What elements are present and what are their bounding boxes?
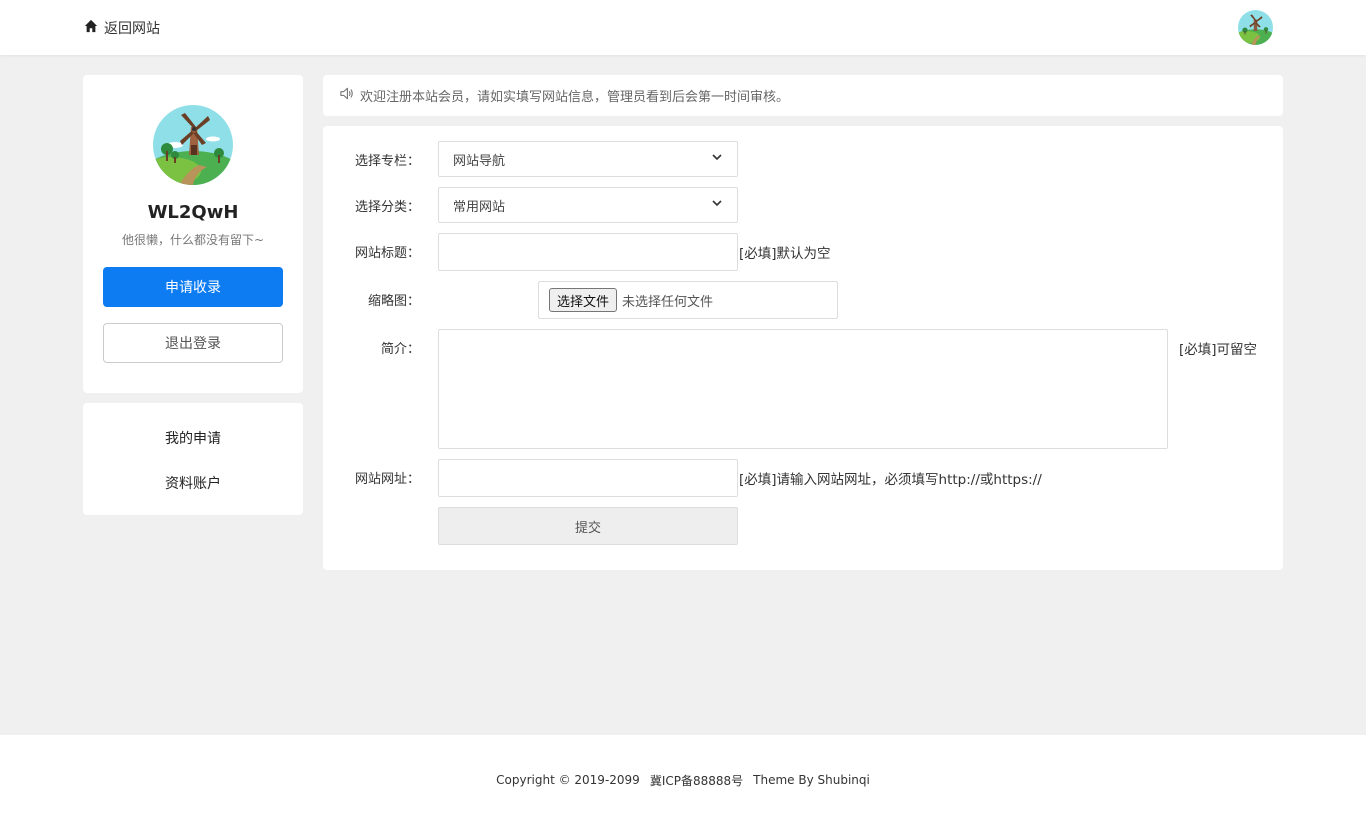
intro-hint: [必填]可留空 [1179, 342, 1258, 358]
footer-icp-link[interactable]: 冀ICP备88888号 [650, 772, 743, 789]
submit-button[interactable]: 提交 [438, 507, 738, 545]
back-link-label: 返回网站 [104, 21, 160, 37]
category-select[interactable]: 常用网站 [438, 187, 738, 223]
user-avatar[interactable] [1238, 10, 1273, 45]
menu-item-my-applications[interactable]: 我的申请 [83, 428, 303, 448]
chevron-down-icon [711, 151, 723, 167]
sidebar-menu: 我的申请 资料账户 [83, 403, 303, 515]
choose-file-button[interactable]: 选择文件 [549, 288, 618, 312]
chevron-down-icon [711, 197, 723, 213]
url-input[interactable] [438, 459, 738, 497]
column-select[interactable]: 网站导航 [438, 141, 738, 177]
title-input[interactable] [438, 233, 738, 271]
url-hint: [必填]请输入网站网址，必须填写http://或https:// [739, 472, 1042, 488]
home-icon [84, 19, 98, 37]
intro-textarea[interactable] [438, 329, 1168, 449]
username: WL2QwH [147, 202, 239, 223]
category-label: 选择分类： [354, 200, 420, 215]
top-bar: 返回网站 [0, 0, 1366, 55]
footer-theme-credit[interactable]: Theme By Shubinqi [753, 773, 870, 787]
thumbnail-label: 缩略图： [367, 294, 420, 309]
title-label: 网站标题： [354, 246, 420, 261]
column-label: 选择专栏： [354, 154, 420, 169]
footer: Copyright © 2019-2099 冀ICP备88888号 Theme … [0, 735, 1366, 825]
profile-avatar [153, 105, 233, 185]
back-to-site-link[interactable]: 返回网站 [84, 18, 160, 38]
file-status: 未选择任何文件 [622, 294, 714, 310]
notice-text: 欢迎注册本站会员，请如实填写网站信息，管理员看到后会第一时间审核。 [360, 90, 790, 105]
url-label: 网站网址： [354, 472, 420, 487]
profile-card: WL2QwH 他很懒，什么都没有留下~ 申请收录 退出登录 [83, 75, 303, 393]
notice-bar: 欢迎注册本站会员，请如实填写网站信息，管理员看到后会第一时间审核。 [323, 75, 1283, 116]
intro-label: 简介： [380, 342, 420, 357]
logout-button[interactable]: 退出登录 [103, 323, 283, 363]
category-select-value: 常用网站 [453, 199, 506, 215]
submission-form: 选择专栏： 网站导航 选择分类： 常用网站 网站标题： [必填]默认为空 缩略图… [323, 126, 1283, 570]
column-select-value: 网站导航 [453, 153, 506, 169]
menu-item-account[interactable]: 资料账户 [83, 473, 303, 493]
speaker-icon [339, 86, 354, 105]
thumbnail-file-input: 选择文件 未选择任何文件 [538, 281, 838, 319]
user-bio: 他很懒，什么都没有留下~ [121, 233, 265, 247]
title-hint: [必填]默认为空 [739, 246, 831, 262]
footer-copyright: Copyright © 2019-2099 [496, 773, 640, 787]
apply-listing-button[interactable]: 申请收录 [103, 267, 283, 307]
